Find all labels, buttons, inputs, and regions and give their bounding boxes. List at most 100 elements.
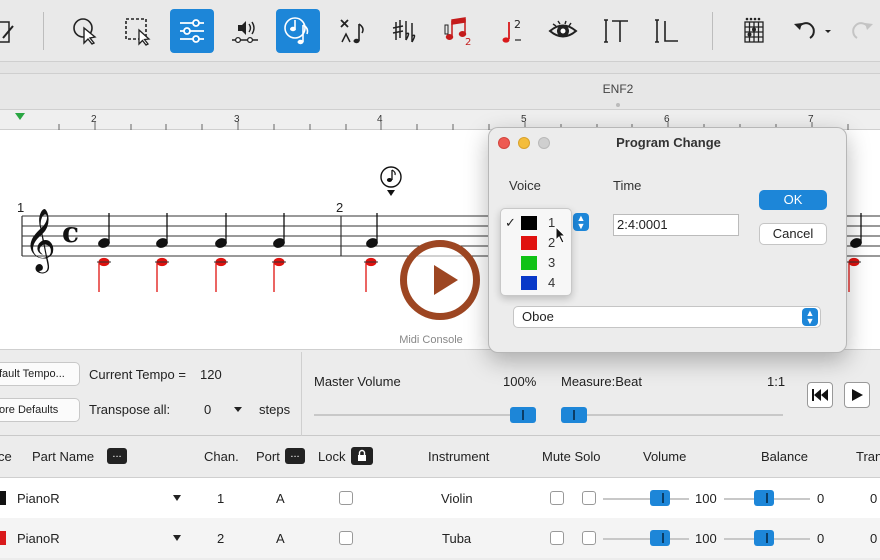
toolbar: 2 2 [0, 0, 880, 62]
mixer-tool-button[interactable] [170, 9, 214, 53]
eye-icon [548, 20, 578, 38]
rewind-button[interactable] [807, 382, 833, 408]
current-tempo-value[interactable]: 120 [200, 367, 222, 382]
voice-color-swatch [521, 236, 537, 250]
channel-cell[interactable]: 1 [217, 491, 224, 506]
column-instrument[interactable]: Instrument [428, 449, 489, 464]
voice-menu-item-3[interactable]: 3 [501, 253, 573, 273]
transpose-value[interactable]: 0 [870, 531, 877, 546]
port-options-button[interactable]: ... [285, 448, 305, 464]
duration-tool-button[interactable]: 2 [490, 9, 534, 53]
ruler-number: 7 [808, 114, 814, 125]
audio-tool-button[interactable] [223, 9, 267, 53]
table-row[interactable]: PianoR 1 A Violin 100 0 0 [0, 478, 880, 518]
voice-popup-stepper[interactable]: ▲ ▼ [573, 213, 589, 231]
voice-number: 3 [548, 255, 556, 270]
balance-slider[interactable] [754, 530, 774, 546]
cancel-button[interactable]: Cancel [759, 223, 827, 245]
undo-menu-chevron[interactable] [818, 9, 838, 53]
part-chevron-down-icon[interactable] [172, 534, 182, 542]
instrument-popup-stepper[interactable]: ▲ ▼ [802, 308, 818, 326]
tuplet-icon: 2 [444, 17, 471, 46]
instrument-cell[interactable]: Tuba [442, 531, 471, 546]
accidentals-tool-button[interactable] [383, 9, 427, 53]
channel-cell[interactable]: 2 [217, 531, 224, 546]
tuplet-tool-button[interactable]: 2 [436, 9, 480, 53]
instrument-cell[interactable]: Violin [441, 491, 473, 506]
program-change-tool-button[interactable] [276, 9, 320, 53]
time-field[interactable]: 2:4:0001 [613, 214, 739, 236]
select-tool-button[interactable] [63, 9, 107, 53]
master-volume-track[interactable] [314, 414, 536, 416]
column-port[interactable]: Port [256, 449, 280, 464]
chord-tool-button[interactable] [732, 9, 776, 53]
split-handle[interactable] [616, 103, 620, 107]
mute-checkbox[interactable] [550, 491, 564, 505]
svg-text:2: 2 [514, 18, 521, 31]
transpose-unit: steps [259, 402, 291, 417]
play-overlay-button[interactable] [400, 240, 480, 320]
measure-number: 1 [17, 200, 25, 215]
mute-checkbox[interactable] [550, 531, 564, 545]
lock-checkbox[interactable] [339, 531, 353, 545]
column-mute-solo[interactable]: Mute Solo [542, 449, 601, 464]
lasso-arrow-icon [73, 18, 97, 45]
transpose-value[interactable]: 0 [204, 402, 211, 417]
part-name-cell[interactable]: PianoR [17, 531, 60, 546]
port-cell[interactable]: A [276, 491, 285, 506]
column-transpose[interactable]: Tran [856, 449, 880, 464]
lyric-tool-button[interactable] [644, 9, 688, 53]
volume-value: 100 [695, 531, 717, 546]
marquee-select-button[interactable] [116, 9, 160, 53]
midi-console: fault Tempo... ore Defaults Current Temp… [0, 352, 880, 436]
master-volume-value: 100% [503, 374, 537, 389]
table-row[interactable]: PianoR 2 A Tuba 100 0 0 [0, 518, 880, 558]
delete-note-tool-button[interactable] [330, 9, 374, 53]
text-cursor-icon [604, 19, 628, 43]
ok-button[interactable]: OK [759, 190, 827, 210]
default-tempo-button[interactable]: fault Tempo... [0, 362, 80, 386]
column-channel[interactable]: Chan. [204, 449, 239, 464]
chevron-down-icon [825, 30, 831, 33]
voice-menu-item-4[interactable]: 4 [501, 273, 573, 293]
volume-slider[interactable] [650, 530, 670, 546]
toolbar-separator [43, 12, 44, 50]
redo-icon [852, 22, 873, 39]
volume-track[interactable] [603, 498, 689, 500]
column-part-name[interactable]: Part Name [32, 449, 94, 464]
instrument-popup[interactable]: Oboe ▲ ▼ [513, 306, 821, 328]
balance-slider[interactable] [754, 490, 774, 506]
voice-dropdown-menu: ✓ 1 2 3 4 [500, 208, 572, 296]
column-balance[interactable]: Balance [761, 449, 808, 464]
undo-icon [794, 22, 815, 39]
part-name-cell[interactable]: PianoR [17, 491, 60, 506]
column-volume[interactable]: Volume [643, 449, 686, 464]
view-tool-button[interactable] [541, 9, 585, 53]
text-tool-button[interactable] [593, 9, 637, 53]
port-cell[interactable]: A [276, 531, 285, 546]
measure-number: 2 [336, 200, 344, 215]
edit-tool-button[interactable] [0, 9, 22, 53]
measure-beat-label: Measure:Beat [561, 374, 642, 389]
solo-checkbox[interactable] [582, 491, 596, 505]
redo-button[interactable] [840, 9, 880, 53]
solo-checkbox[interactable] [582, 531, 596, 545]
position-slider[interactable] [561, 407, 587, 423]
transpose-chevron-down-icon[interactable] [233, 404, 243, 414]
volume-slider[interactable] [650, 490, 670, 506]
column-lock[interactable]: Lock [318, 449, 345, 464]
lock-checkbox[interactable] [339, 491, 353, 505]
lock-all-button[interactable] [351, 447, 373, 465]
restore-defaults-button[interactable]: ore Defaults [0, 398, 80, 422]
transpose-value[interactable]: 0 [870, 491, 877, 506]
master-volume-slider[interactable] [510, 407, 536, 423]
toolbar-separator [712, 12, 713, 50]
volume-track[interactable] [603, 538, 689, 540]
part-name-options-button[interactable]: ... [107, 448, 127, 464]
position-track[interactable] [561, 414, 783, 416]
part-chevron-down-icon[interactable] [172, 494, 182, 502]
marquee-arrow-icon [125, 18, 151, 46]
play-button[interactable] [844, 382, 870, 408]
playhead-marker[interactable] [15, 113, 25, 120]
column-voice[interactable]: ce [0, 449, 12, 464]
